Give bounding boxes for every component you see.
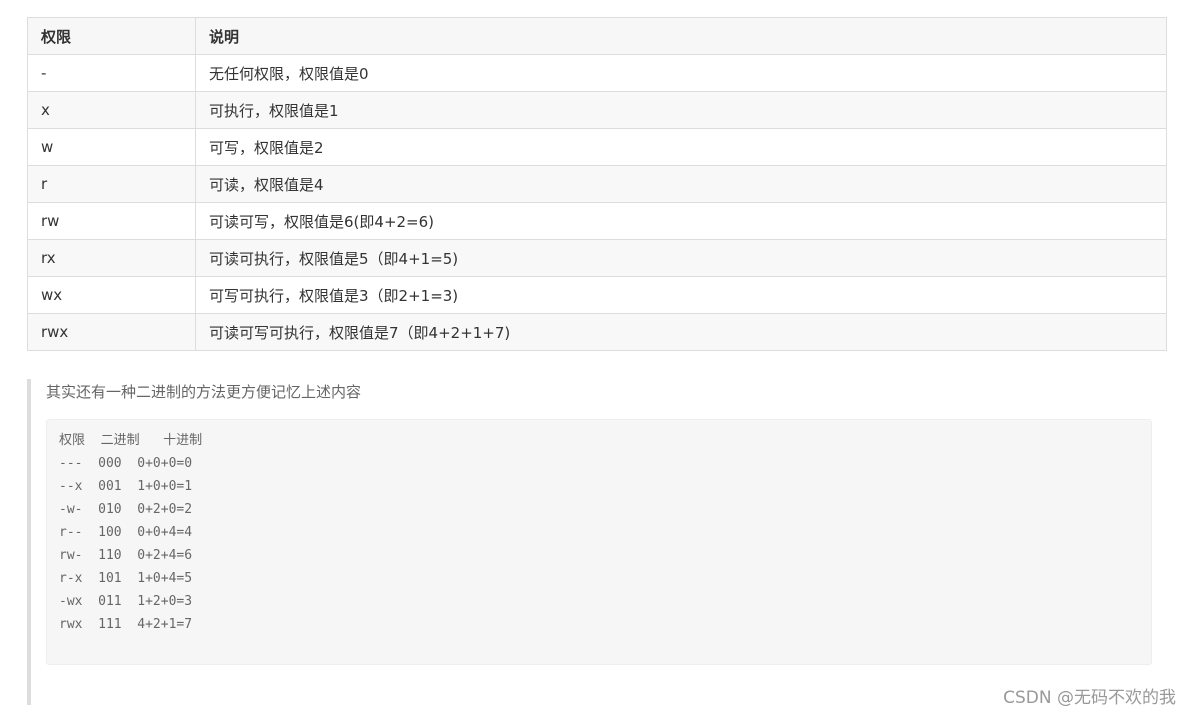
description-cell: 无任何权限，权限值是0 [195,54,1167,92]
blockquote: 其实还有一种二进制的方法更方便记忆上述内容 权限 二进制 十进制 --- 000… [27,379,1167,705]
table-row: rwx 可读可写可执行，权限值是7（即4+2+1+7) [27,313,1167,351]
permission-cell: rw [27,202,196,240]
description-cell: 可写，权限值是2 [195,128,1167,166]
csdn-watermark: CSDN @无码不欢的我 [1003,688,1176,708]
permission-cell: - [27,54,196,92]
column-header-description: 说明 [195,17,1167,55]
table-row: wx 可写可执行，权限值是3（即2+1=3) [27,276,1167,314]
description-cell: 可读可写，权限值是6(即4+2=6) [195,202,1167,240]
permission-cell: wx [27,276,196,314]
code-line: -wx 011 1+2+0=3 [59,594,193,609]
table-row: rw 可读可写，权限值是6(即4+2=6) [27,202,1167,240]
table-row: x 可执行，权限值是1 [27,91,1167,129]
quote-text: 其实还有一种二进制的方法更方便记忆上述内容 [46,383,362,401]
permission-cell: rwx [27,313,196,351]
code-block: 权限 二进制 十进制 --- 000 0+0+0=0 --x 001 1+0+0… [46,419,1152,665]
permission-cell: w [27,128,196,166]
description-cell: 可读，权限值是4 [195,165,1167,203]
permission-cell: x [27,91,196,129]
table-row: r 可读，权限值是4 [27,165,1167,203]
code-line: r-x 101 1+0+4=5 [59,571,193,586]
code-line: 权限 二进制 十进制 [59,433,203,448]
code-line: r-- 100 0+0+4=4 [59,525,193,540]
table-row: - 无任何权限，权限值是0 [27,54,1167,92]
code-line: rwx 111 4+2+1=7 [59,617,193,632]
column-header-permission: 权限 [27,17,196,55]
table-row: rx 可读可执行，权限值是5（即4+1=5) [27,239,1167,277]
permission-table: 权限 说明 - 无任何权限，权限值是0 x 可执行，权限值是1 w 可写，权限值… [27,17,1167,351]
description-cell: 可读可写可执行，权限值是7（即4+2+1+7) [195,313,1167,351]
code-line: --- 000 0+0+0=0 [59,456,193,471]
permission-cell: rx [27,239,196,277]
permission-cell: r [27,165,196,203]
code-line: -w- 010 0+2+0=2 [59,502,193,517]
table-header-row: 权限 说明 [27,17,1167,55]
description-cell: 可写可执行，权限值是3（即2+1=3) [195,276,1167,314]
code-line: --x 001 1+0+0=1 [59,479,193,494]
table-row: w 可写，权限值是2 [27,128,1167,166]
description-cell: 可执行，权限值是1 [195,91,1167,129]
description-cell: 可读可执行，权限值是5（即4+1=5) [195,239,1167,277]
code-line: rw- 110 0+2+4=6 [59,548,193,563]
